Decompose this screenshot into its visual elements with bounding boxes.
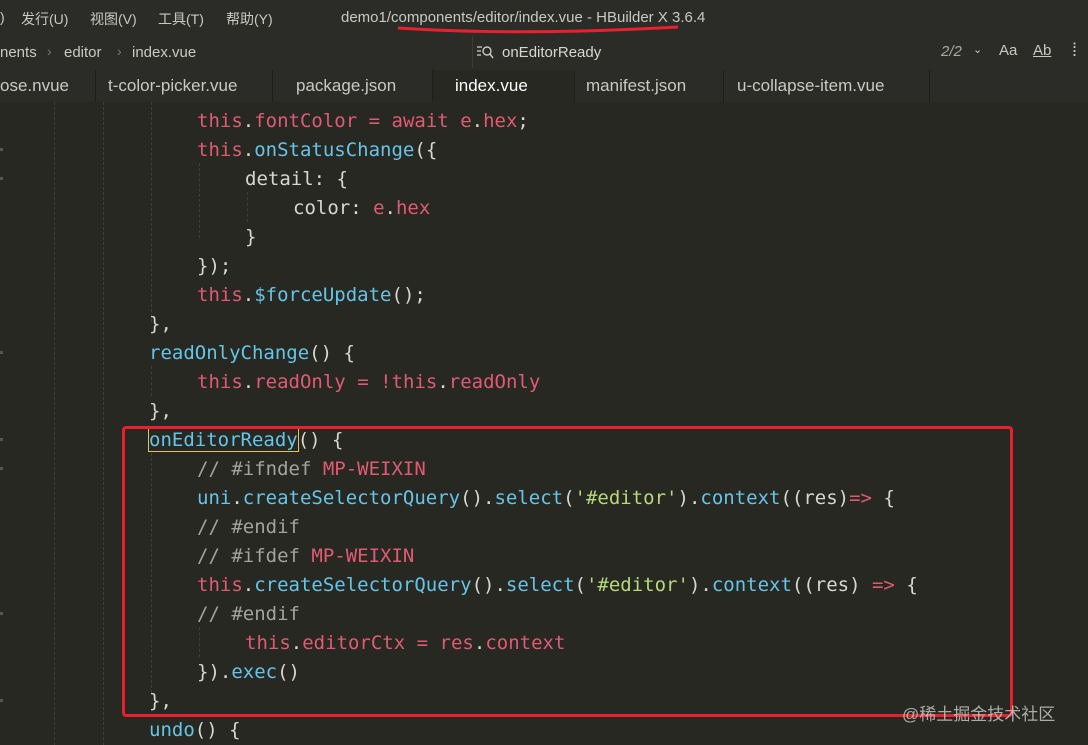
code-line: }, [149, 313, 172, 335]
tab-color-picker[interactable]: t-color-picker.vue [96, 70, 273, 102]
whole-word-toggle[interactable]: Ab [1033, 42, 1051, 59]
breadcrumb-item-editor[interactable]: editor [64, 44, 102, 61]
tab-ose-nvue[interactable]: ose.nvue [0, 70, 96, 102]
tab-label: t-color-picker.vue [108, 76, 238, 95]
tab-label: ose.nvue [0, 76, 69, 95]
code-line: this.$forceUpdate(); [197, 284, 426, 306]
search-icon [477, 46, 494, 59]
code-line: this.onStatusChange({ [197, 139, 438, 161]
tab-package-json[interactable]: package.json [273, 70, 433, 102]
code-line: }); [197, 255, 232, 277]
tab-index-vue[interactable]: index.vue [433, 70, 575, 102]
find-query: onEditorReady [502, 44, 602, 61]
tab-label: manifest.json [586, 76, 687, 95]
tab-label: u-collapse-item.vue [737, 76, 885, 95]
chevron-right-icon: › [47, 43, 52, 59]
code-line: this.fontColor = await e.hex; [197, 110, 529, 132]
watermark: @稀土掘金技术社区 [902, 705, 1056, 724]
code-line: undo() { [149, 719, 241, 741]
regex-toggle-icon[interactable]: ⁞ [1072, 40, 1077, 61]
code-line: } [245, 226, 257, 248]
breadcrumb-item-components[interactable]: nents [0, 44, 37, 61]
breadcrumb-item-file[interactable]: index.vue [132, 44, 196, 61]
tab-label: package.json [296, 76, 397, 95]
match-case-toggle[interactable]: Aa [999, 42, 1017, 59]
tab-bar: ose.nvue t-color-picker.vue package.json… [0, 70, 1088, 102]
code-line: }, [149, 400, 172, 422]
code-line: this.readOnly = !this.readOnly [197, 371, 541, 393]
match-count: 2/2 [941, 43, 962, 60]
red-box-annotation [122, 426, 1013, 717]
chevron-right-icon: › [117, 43, 122, 59]
code-line: readOnlyChange() { [149, 342, 355, 364]
tab-collapse-item[interactable]: u-collapse-item.vue [724, 70, 930, 102]
code-line: color: e.hex [293, 197, 431, 219]
tab-manifest-json[interactable]: manifest.json [575, 70, 724, 102]
code-line: detail: { [245, 168, 348, 190]
chevron-down-icon[interactable]: ⌄ [973, 43, 982, 56]
red-underline-annotation [397, 25, 679, 34]
tab-label: index.vue [455, 76, 528, 95]
